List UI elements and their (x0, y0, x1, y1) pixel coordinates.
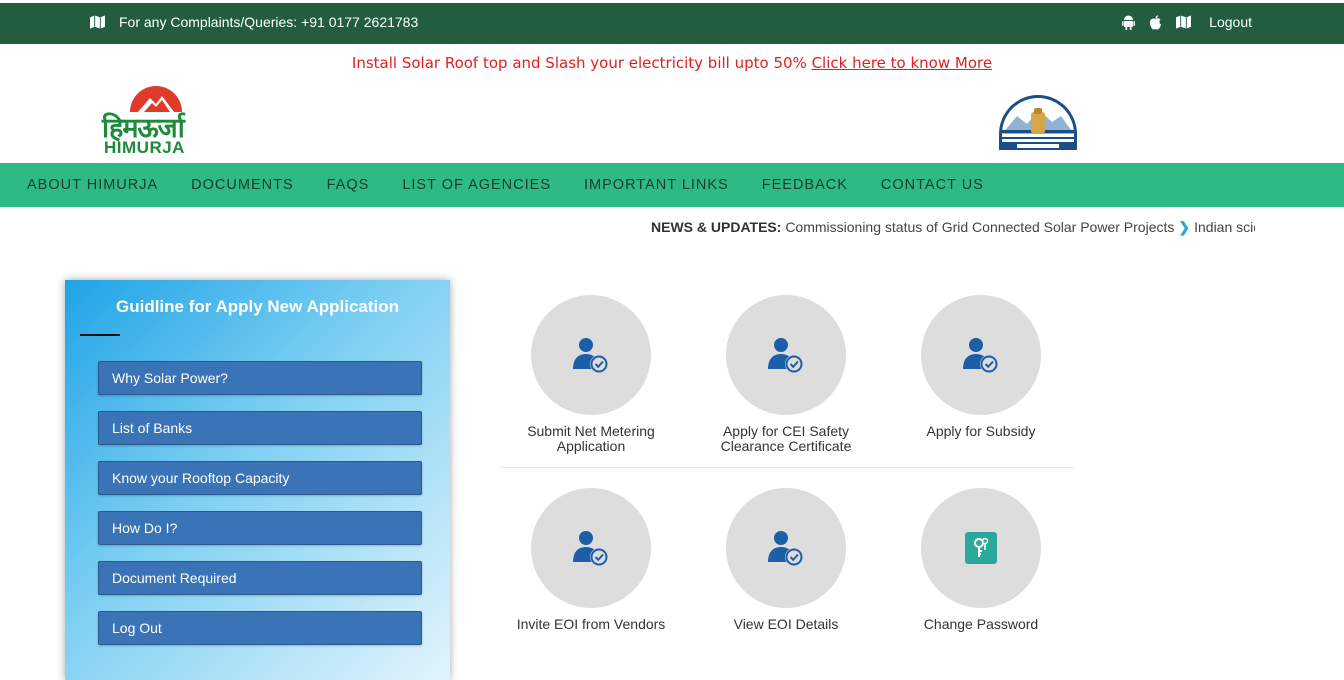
logout-button[interactable]: Log Out (98, 611, 422, 645)
user-check-icon (573, 531, 608, 566)
tile-circle[interactable] (531, 295, 651, 415)
tile-label: Submit Net Metering Application (496, 424, 686, 454)
user-check-icon (573, 338, 608, 373)
logout-link[interactable]: Logout (1209, 14, 1252, 30)
tile-circle[interactable] (921, 488, 1041, 608)
top-bar: For any Complaints/Queries: +91 0177 262… (0, 3, 1344, 44)
tile-label: Apply for Subsidy (926, 423, 1036, 439)
title-underline (80, 334, 120, 336)
promo-link[interactable]: Click here to know More (812, 54, 993, 72)
tile-circle[interactable] (726, 295, 846, 415)
chevron-right-icon: ❯ (1178, 219, 1191, 235)
why-solar-power-button[interactable]: Why Solar Power? (98, 361, 422, 395)
tile-circle[interactable] (726, 488, 846, 608)
nav-important-links[interactable]: IMPORTANT LINKS (584, 177, 729, 193)
invite-eoi-tile[interactable]: Invite EOI from Vendors (496, 488, 686, 632)
news-ticker: NEWS & UPDATES: Commissioning status of … (651, 219, 1255, 237)
tile-label: Change Password (923, 616, 1039, 632)
rooftop-capacity-button[interactable]: Know your Rooftop Capacity (98, 461, 422, 495)
android-icon[interactable] (1122, 15, 1136, 30)
tile-label: View EOI Details (733, 616, 839, 632)
tile-label-line: Clearance Certificate (720, 438, 852, 454)
news-item[interactable]: Indian scientis (1194, 219, 1255, 235)
document-required-button[interactable]: Document Required (98, 561, 422, 595)
tile-circle[interactable] (531, 488, 651, 608)
view-eoi-details-tile[interactable]: View EOI Details (691, 488, 881, 632)
map-icon[interactable] (1176, 15, 1192, 29)
apply-cei-safety-tile[interactable]: Apply for CEI Safety Clearance Certifica… (691, 295, 881, 454)
tile-label-line: Application (556, 438, 626, 454)
news-item[interactable]: Commissioning status of Grid Connected S… (785, 219, 1174, 235)
key-icon (965, 532, 997, 564)
tile-label-line: Apply for CEI Safety (722, 423, 850, 439)
nav-list-of-agencies[interactable]: LIST OF AGENCIES (402, 177, 551, 193)
map-icon (90, 15, 105, 29)
user-check-icon (963, 338, 998, 373)
tile-label-line: Submit Net Metering (527, 423, 655, 439)
top-bar-actions: Logout (1108, 14, 1252, 30)
guideline-title: Guidline for Apply New Application (115, 297, 400, 316)
tile-label: Invite EOI from Vendors (516, 616, 666, 632)
main-nav: ABOUT HIMURJA DOCUMENTS FAQS LIST OF AGE… (0, 163, 1344, 207)
complaint-text: For any Complaints/Queries: +91 0177 262… (119, 14, 419, 30)
user-check-icon (768, 531, 803, 566)
apple-icon[interactable] (1149, 14, 1162, 30)
logo-english-text: HIMURJA (104, 138, 185, 157)
guideline-panel: Guidline for Apply New Application Why S… (65, 280, 450, 680)
change-password-tile[interactable]: Change Password (886, 488, 1076, 632)
nav-feedback[interactable]: FEEDBACK (762, 177, 848, 193)
user-check-icon (768, 338, 803, 373)
nav-faqs[interactable]: FAQS (327, 177, 370, 193)
promo-banner: Install Solar Roof top and Slash your el… (0, 54, 1344, 72)
submit-net-metering-tile[interactable]: Submit Net Metering Application (496, 295, 686, 454)
nav-documents[interactable]: DOCUMENTS (191, 177, 293, 193)
complaint-info: For any Complaints/Queries: +91 0177 262… (90, 14, 418, 30)
nav-about-himurja[interactable]: ABOUT HIMURJA (27, 177, 158, 193)
apply-for-subsidy-tile[interactable]: Apply for Subsidy (886, 295, 1076, 439)
himurja-logo[interactable]: हिमऊर्जा HIMURJA (100, 82, 204, 158)
state-emblem (997, 94, 1079, 157)
list-of-banks-button[interactable]: List of Banks (98, 411, 422, 445)
promo-text: Install Solar Roof top and Slash your el… (351, 54, 807, 72)
how-do-i-button[interactable]: How Do I? (98, 511, 422, 545)
tile-label: Apply for CEI Safety Clearance Certifica… (691, 424, 881, 454)
nav-contact-us[interactable]: CONTACT US (881, 177, 984, 193)
news-label: NEWS & UPDATES: (651, 219, 782, 235)
tile-circle[interactable] (921, 295, 1041, 415)
tiles-divider (500, 467, 1074, 468)
